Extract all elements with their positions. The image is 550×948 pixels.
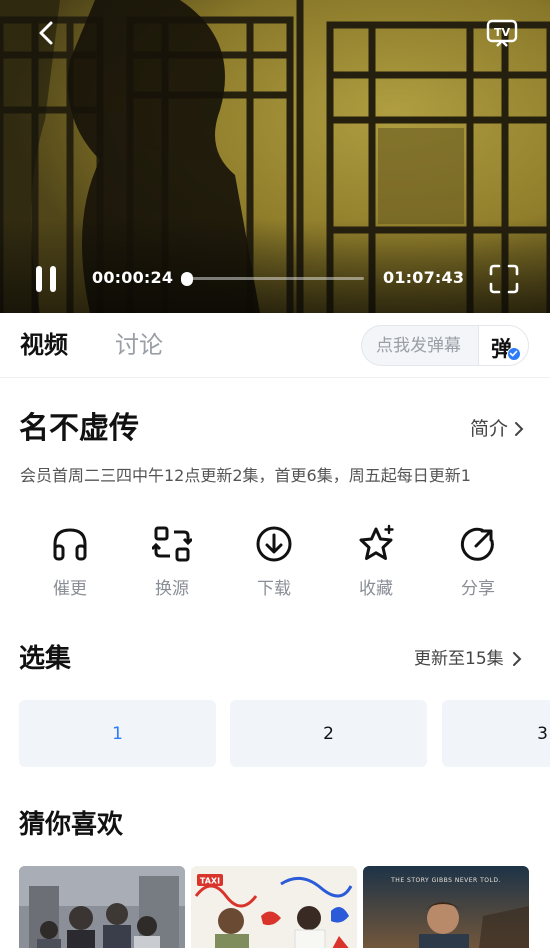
action-download[interactable]: 下载 [234, 520, 314, 610]
poster-image [19, 866, 185, 948]
tab-video[interactable]: 视频 [20, 330, 68, 360]
svg-text:TV: TV [494, 26, 511, 39]
video-player[interactable]: TV 00:00:24 01:07:43 [0, 0, 550, 313]
danmaku-input[interactable]: 点我发弹幕 [376, 336, 461, 356]
pause-button[interactable] [28, 262, 64, 296]
fullscreen-icon [489, 264, 519, 294]
action-label: 收藏 [359, 579, 393, 599]
current-time: 00:00:24 [92, 268, 174, 287]
content-tabs: 视频 讨论 点我发弹幕 弹 [0, 313, 550, 378]
action-urge-update[interactable]: 催更 [30, 520, 110, 610]
update-notice: 会员首周二三四中午12点更新2集，首更6集，周五起每日更新1 [20, 466, 471, 485]
tab-discussion[interactable]: 讨论 [115, 330, 163, 360]
danmaku-on-check-icon [507, 347, 521, 361]
danmaku-toggle[interactable]: 弹 [478, 326, 528, 365]
episode-chip[interactable]: 2 [230, 700, 427, 767]
tv-cast-icon: TV [486, 19, 518, 47]
recommend-poster[interactable]: THE STORY GIBBS NEVER TOLD. [363, 866, 529, 948]
chevron-right-icon [515, 422, 524, 436]
tv-cast-button[interactable]: TV [484, 16, 520, 50]
episode-chip[interactable]: 1 [19, 700, 216, 767]
download-icon [254, 524, 294, 564]
action-bar: 催更 换源 下载 收藏 分享 [0, 520, 550, 610]
back-button[interactable] [30, 16, 62, 50]
action-label: 换源 [155, 579, 189, 599]
recommend-poster[interactable] [19, 866, 185, 948]
action-label: 下载 [257, 579, 291, 599]
headphones-icon [50, 524, 90, 564]
poster-text: THE STORY GIBBS NEVER TOLD. [390, 877, 501, 884]
total-time: 01:07:43 [383, 268, 465, 287]
action-switch-source[interactable]: 换源 [132, 520, 212, 610]
chevron-right-icon [512, 652, 522, 666]
show-title: 名不虚传 [19, 411, 139, 446]
chevron-left-icon [39, 21, 53, 45]
poster-text: TAXI [200, 877, 220, 886]
episodes-update-label: 更新至15集 [414, 649, 504, 669]
fullscreen-button[interactable] [486, 262, 522, 296]
recommend-title: 猜你喜欢 [19, 810, 124, 840]
action-favorite[interactable]: 收藏 [336, 520, 416, 610]
intro-label: 简介 [470, 418, 509, 440]
switch-source-icon [152, 524, 192, 564]
poster-image: THE STORY GIBBS NEVER TOLD. [363, 866, 529, 948]
intro-link[interactable]: 简介 [470, 417, 524, 441]
action-label: 分享 [461, 579, 495, 599]
action-label: 催更 [53, 579, 87, 599]
video-frame [0, 0, 550, 313]
episodes-update-link[interactable]: 更新至15集 [414, 648, 522, 670]
seek-bar[interactable] [187, 277, 364, 280]
action-share[interactable]: 分享 [438, 520, 518, 610]
pause-icon [36, 266, 56, 292]
star-icon [356, 524, 396, 564]
episode-chip[interactable]: 3 [442, 700, 550, 767]
poster-image: TAXI [191, 866, 357, 948]
danmaku-bar: 点我发弹幕 弹 [361, 325, 529, 366]
seek-bar-thumb[interactable] [181, 272, 193, 286]
episodes-title: 选集 [19, 644, 72, 674]
recommend-poster[interactable]: TAXI [191, 866, 357, 948]
share-icon [458, 524, 498, 564]
